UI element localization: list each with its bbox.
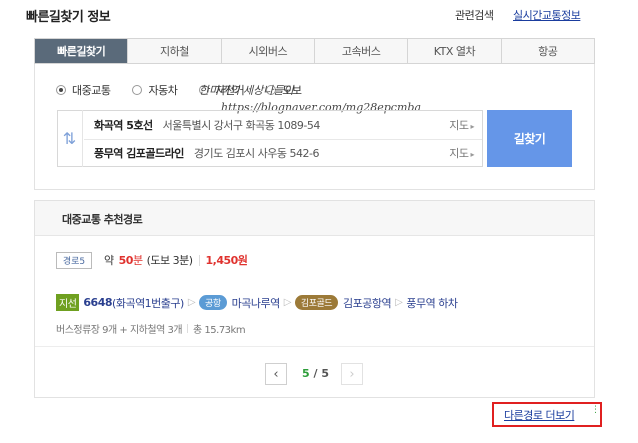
tab-subway[interactable]: 지하철: [128, 39, 222, 63]
arrow-right-icon: ▷: [187, 297, 196, 308]
transfer-station: 마곡나루역: [231, 296, 281, 310]
page-indicator: 5 / 5: [293, 367, 338, 380]
origin-map-link[interactable]: 지도 ▸: [449, 117, 474, 133]
related-search-link[interactable]: 관련검색: [455, 7, 494, 23]
arrow-right-icon: ▷: [283, 297, 292, 308]
more-routes-link[interactable]: 다른경로 더보기: [504, 407, 575, 423]
arrow-right-icon: ▷: [395, 297, 403, 308]
tab-ktx[interactable]: KTX 열차: [408, 39, 502, 63]
fare-value: 1,450원: [205, 254, 248, 267]
mode-public-transit[interactable]: 대중교통: [56, 82, 111, 98]
mode-label: 자동차: [148, 84, 178, 97]
prev-page-button[interactable]: ‹: [265, 363, 287, 385]
destination-stop: 풍무역 하차: [406, 296, 458, 310]
radio-icon[interactable]: [132, 85, 143, 95]
mode-label: 대중교통: [72, 84, 111, 97]
page-title: 빠른길찾기 정보: [26, 10, 111, 25]
origin-address: 서울특별시 강서구 화곡동 1089-54: [162, 119, 321, 132]
divider: [35, 346, 594, 347]
destination-row[interactable]: 풍무역 김포골드라인 경기도 김포시 사우동 542-6 지도 ▸: [84, 139, 482, 167]
tab-air[interactable]: 항공: [502, 39, 594, 63]
route-number-badge: 경로5: [56, 252, 92, 269]
bus-number: 6648: [83, 296, 113, 309]
transport-tabs: 빠른길찾기 지하철 시외버스 고속버스 KTX 열차 항공: [34, 38, 595, 64]
about-label: 약: [104, 254, 114, 267]
bus-stop-name: (화곡역1번출구): [112, 296, 184, 310]
chevron-right-icon: ▸: [470, 150, 474, 159]
swap-direction-icon[interactable]: ⇅: [57, 110, 83, 167]
tab-intercity-bus[interactable]: 시외버스: [222, 39, 315, 63]
transfer-station: 김포공항역: [343, 296, 392, 310]
divider: [187, 324, 189, 333]
travel-time-value: 50: [118, 253, 134, 267]
stop-count: 버스정류장 9개 + 지하철역 3개: [56, 325, 183, 336]
tab-express-bus[interactable]: 고속버스: [315, 39, 409, 63]
destination-station-name: 풍무역 김포골드라인: [94, 147, 184, 160]
route-summary: 약 50 분 (도보 3분) 1,450원: [104, 252, 248, 268]
divider: [198, 254, 200, 266]
walk-time: (도보 3분): [146, 254, 193, 267]
more-icon: ⋮: [591, 405, 600, 415]
radio-selected-icon[interactable]: [56, 85, 66, 95]
watermark-text: 한마리의 세상나들이: [199, 84, 294, 97]
current-page: 5: [301, 367, 310, 380]
chevron-right-icon: ›: [349, 366, 355, 382]
mode-car[interactable]: 자동차: [132, 82, 178, 98]
tab-fast-route[interactable]: 빠른길찾기: [35, 39, 129, 63]
route-path: 지선 6648 (화곡역1번출구) ▷ 공항 마곡나루역 ▷ 김포골드 김포공항…: [56, 294, 458, 311]
find-route-button[interactable]: 길찾기: [487, 110, 572, 167]
destination-map-link[interactable]: 지도 ▸: [449, 145, 474, 161]
travel-time-unit: 분: [132, 254, 143, 267]
total-distance: 총 15.73km: [193, 325, 246, 336]
realtime-traffic-link[interactable]: 실시간교통정보: [513, 7, 581, 23]
airport-line-pill: 공항: [199, 295, 227, 310]
origin-station-name: 화곡역 5호선: [94, 119, 153, 132]
next-page-button[interactable]: ›: [341, 363, 363, 385]
bus-type-tag: 지선: [56, 294, 80, 311]
route-stats: 버스정류장 9개 + 지하철역 3개 총 15.73km: [56, 321, 246, 336]
origin-row[interactable]: 화곡역 5호선 서울특별시 강서구 화곡동 1089-54 지도 ▸: [84, 111, 482, 140]
page-separator: /: [313, 367, 318, 380]
total-pages: 5: [321, 367, 330, 380]
chevron-left-icon: ‹: [273, 366, 279, 382]
gimpo-gold-line-pill: 김포골드: [294, 295, 339, 310]
recommended-route-title: 대중교통 추천경로: [62, 213, 143, 226]
chevron-right-icon: ▸: [470, 122, 474, 131]
destination-address: 경기도 김포시 사우동 542-6: [193, 147, 320, 160]
